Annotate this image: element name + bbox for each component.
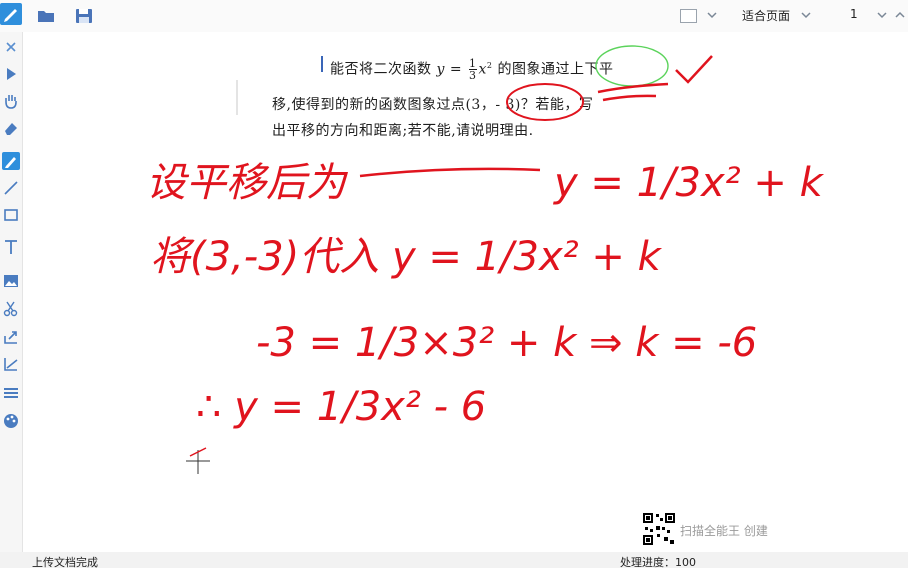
eraser-icon[interactable] bbox=[2, 119, 20, 137]
problem-text: 能否将二次函数 bbox=[330, 61, 432, 78]
problem-line-3: 出平移的方向和距离;若不能,请说明理由. bbox=[272, 123, 534, 139]
problem-line-2: 移,使得到的新的函数图象过点(3，- 3)？若能，写 bbox=[272, 97, 594, 113]
chevron-down-icon[interactable] bbox=[800, 10, 812, 20]
problem-exponent: 2 bbox=[486, 60, 493, 70]
image-icon[interactable] bbox=[2, 272, 20, 290]
view-toggle-box[interactable] bbox=[680, 9, 697, 23]
page-number-input[interactable]: 1 bbox=[850, 7, 858, 21]
qr-code-icon bbox=[642, 512, 676, 546]
problem-fraction: 1 3 bbox=[469, 58, 477, 81]
tool-rail bbox=[0, 32, 23, 552]
export-icon[interactable] bbox=[2, 328, 20, 346]
fraction-numerator: 1 bbox=[469, 57, 477, 70]
line-icon[interactable] bbox=[2, 179, 20, 197]
chart-icon[interactable] bbox=[2, 355, 20, 373]
chevron-down-icon[interactable] bbox=[876, 10, 888, 20]
text-icon[interactable] bbox=[2, 238, 20, 256]
chevron-up-icon[interactable] bbox=[894, 10, 906, 20]
view-mode-select[interactable]: 适合页面 bbox=[742, 7, 790, 24]
close-icon[interactable] bbox=[2, 38, 20, 56]
problem-line-1: 能否将二次函数 y = 1 3 x2 的图象通过上下平 bbox=[330, 58, 613, 81]
hand-pan-icon[interactable] bbox=[2, 92, 20, 110]
pen-edit-icon[interactable] bbox=[0, 3, 22, 25]
scanner-watermark: 扫描全能王 创建 bbox=[680, 524, 768, 538]
pen-icon[interactable] bbox=[2, 152, 20, 170]
folder-open-icon[interactable] bbox=[36, 6, 56, 26]
chevron-down-icon[interactable] bbox=[706, 10, 718, 20]
fraction-denominator: 3 bbox=[469, 69, 477, 82]
problem-text: 的图象通过上下平 bbox=[497, 61, 614, 78]
problem-var: y = bbox=[436, 61, 463, 78]
status-bar: 上传文档完成 处理进度：100 bbox=[0, 552, 908, 569]
rectangle-icon[interactable] bbox=[2, 206, 20, 224]
save-disk-icon[interactable] bbox=[74, 6, 94, 26]
lines-icon[interactable] bbox=[2, 384, 20, 402]
scissors-icon[interactable] bbox=[2, 300, 20, 318]
palette-icon[interactable] bbox=[2, 412, 20, 430]
top-toolbar: 适合页面 1 bbox=[0, 0, 908, 32]
problem-x: x bbox=[478, 61, 487, 78]
pointer-icon[interactable] bbox=[2, 65, 20, 83]
